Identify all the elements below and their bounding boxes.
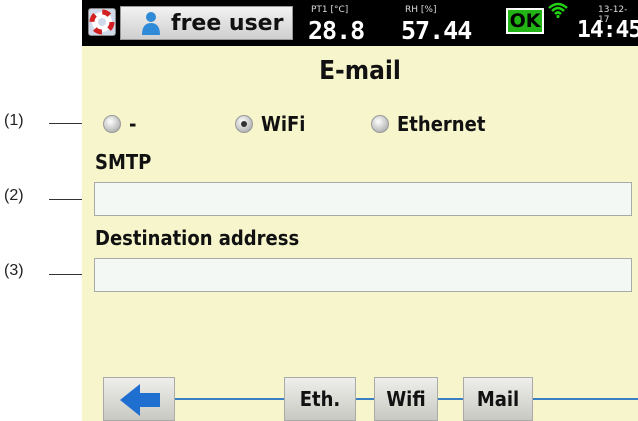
lifebuoy-icon[interactable] xyxy=(88,8,116,36)
callout-3: (3) xyxy=(4,262,24,279)
radio-none[interactable]: - xyxy=(103,112,136,136)
radio-wifi[interactable]: WiFi xyxy=(235,112,305,136)
smtp-label: SMTP xyxy=(95,150,152,174)
connection-radio-group: - WiFi Ethernet xyxy=(82,112,638,136)
user-button[interactable]: free user xyxy=(120,6,293,40)
destination-address-label: Destination address xyxy=(95,226,300,250)
wifi-button[interactable]: Wifi xyxy=(374,377,438,421)
radio-ethernet[interactable]: Ethernet xyxy=(371,112,485,136)
smtp-input[interactable] xyxy=(94,182,632,216)
callout-2: (2) xyxy=(4,187,24,204)
radio-ethernet-dot xyxy=(371,115,389,133)
rh-label: RH [%] xyxy=(405,5,437,15)
user-name: free user xyxy=(171,11,284,36)
nav-line xyxy=(533,398,638,400)
nav-line xyxy=(175,398,284,400)
destination-address-input[interactable] xyxy=(94,258,632,292)
eth-button[interactable]: Eth. xyxy=(284,377,356,421)
radio-none-label: - xyxy=(129,112,137,136)
time-text: 14:45 xyxy=(577,17,638,43)
radio-wifi-dot xyxy=(235,115,253,133)
nav-line xyxy=(356,398,374,400)
pt1-label: PT1 [°C] xyxy=(311,5,349,15)
rh-value: 57.44 xyxy=(401,16,472,45)
ok-badge: OK xyxy=(506,8,544,34)
device-screen: free user PT1 [°C] 28.8 RH [%] 57.44 OK … xyxy=(82,0,638,421)
nav-line xyxy=(438,398,463,400)
pt1-value: 28.8 xyxy=(308,16,365,45)
callout-1: (1) xyxy=(4,112,24,129)
page-title: E-mail xyxy=(319,56,401,86)
wifi-icon xyxy=(548,2,568,18)
radio-none-dot xyxy=(103,115,121,133)
back-button[interactable] xyxy=(103,377,175,421)
user-icon xyxy=(142,12,160,35)
status-bar: free user PT1 [°C] 28.8 RH [%] 57.44 OK … xyxy=(82,0,638,46)
radio-wifi-label: WiFi xyxy=(261,112,306,136)
back-arrow-icon xyxy=(120,384,160,416)
mail-button[interactable]: Mail xyxy=(463,377,533,421)
radio-ethernet-label: Ethernet xyxy=(397,112,486,136)
